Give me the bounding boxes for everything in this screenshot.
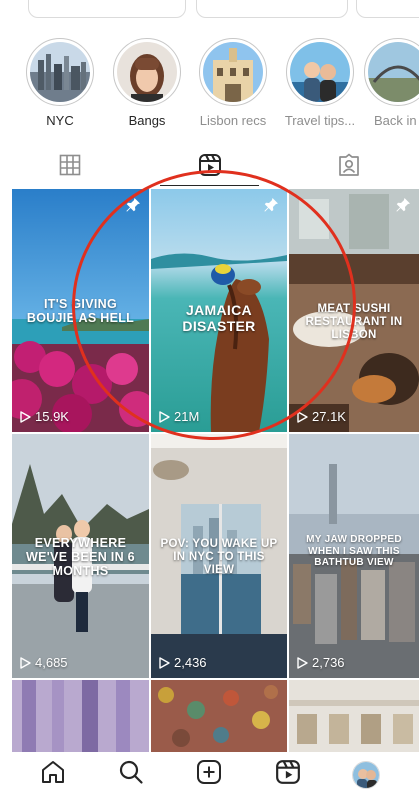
nav-search-button[interactable] (111, 755, 151, 795)
view-count: 2,736 (297, 655, 345, 670)
reel-tile[interactable]: MEAT SUSHI RESTAURANT IN LISBON 27.1K (289, 189, 419, 432)
play-icon (20, 656, 31, 669)
nav-create-button[interactable] (189, 755, 229, 795)
highlight-ring (199, 38, 267, 106)
reel-caption: POV: YOU WAKE UP IN NYC TO THIS VIEW (160, 538, 278, 576)
highlight-cover-image (117, 42, 177, 102)
create-icon (196, 759, 222, 790)
suggested-card[interactable] (356, 0, 419, 18)
home-icon (40, 759, 66, 790)
story-highlights: NYC Bangs Lisbon recs Travel tips... Bac… (0, 38, 419, 133)
view-count-text: 27.1K (312, 409, 346, 424)
reel-tile[interactable] (12, 680, 149, 755)
reel-caption: MY JAW DROPPED WHEN I SAW THIS BATHTUB V… (306, 534, 402, 568)
reel-tile[interactable]: IT'S GIVING BOUJIE AS HELL 15.9K (12, 189, 149, 432)
tagged-icon (337, 153, 361, 182)
pin-icon (263, 197, 279, 218)
tab-tagged[interactable] (279, 148, 419, 186)
highlight-cover-image (30, 42, 90, 102)
reel-tile[interactable]: JAMAICA DISASTER 21M (151, 189, 287, 432)
grid-icon (59, 154, 81, 181)
view-count: 15.9K (20, 409, 69, 424)
reels-icon (198, 153, 222, 182)
highlight-label: Travel tips... (284, 113, 356, 128)
play-icon (297, 410, 308, 423)
reel-tile[interactable] (289, 680, 419, 755)
view-count-text: 21M (174, 409, 200, 424)
nav-home-button[interactable] (33, 755, 73, 795)
play-icon (159, 410, 170, 423)
profile-avatar (351, 760, 380, 789)
play-icon (159, 656, 170, 669)
highlight-ring (113, 38, 181, 106)
highlight-label: Bangs (128, 113, 166, 128)
reel-caption: JAMAICA DISASTER (182, 302, 256, 334)
highlight-cover-image (368, 42, 419, 102)
view-count: 27.1K (297, 409, 346, 424)
reel-caption: MEAT SUSHI RESTAURANT IN LISBON (305, 303, 403, 341)
play-icon (297, 656, 308, 669)
pin-icon (395, 197, 411, 218)
reels-icon (275, 759, 301, 790)
reel-tile[interactable]: EVERYWHERE WE'VE BEEN IN 6 MONTHS 4,685 (12, 434, 149, 678)
highlight-ring (364, 38, 419, 106)
view-count-text: 15.9K (35, 409, 69, 424)
highlight-label: Back in (374, 113, 417, 128)
reel-thumbnail (12, 680, 149, 755)
reel-caption: EVERYWHERE WE'VE BEEN IN 6 MONTHS (26, 536, 135, 578)
nav-reels-button[interactable] (268, 755, 308, 795)
reel-thumbnail (289, 680, 419, 755)
highlight-nyc[interactable]: NYC (17, 38, 103, 128)
highlight-lisbon-recs[interactable]: Lisbon recs (190, 38, 276, 128)
nav-profile-button[interactable] (346, 755, 386, 795)
reel-thumbnail (151, 680, 287, 755)
reel-tile[interactable]: POV: YOU WAKE UP IN NYC TO THIS VIEW 2,4… (151, 434, 287, 678)
view-count-text: 2,736 (312, 655, 345, 670)
bottom-nav (0, 752, 419, 797)
view-count: 21M (159, 409, 199, 424)
profile-tabs (0, 148, 419, 186)
highlight-ring (26, 38, 94, 106)
highlight-ring (286, 38, 354, 106)
view-count-text: 2,436 (174, 655, 207, 670)
highlight-label: NYC (46, 113, 74, 128)
tab-reels[interactable] (140, 148, 280, 186)
highlight-bangs[interactable]: Bangs (104, 38, 190, 128)
view-count-text: 4,685 (35, 655, 68, 670)
highlight-label: Lisbon recs (199, 113, 267, 128)
search-icon (118, 759, 144, 790)
suggested-card[interactable] (196, 0, 348, 18)
reel-caption: IT'S GIVING BOUJIE AS HELL (26, 297, 135, 325)
reel-tile[interactable] (151, 680, 287, 755)
highlight-cover-image (290, 42, 350, 102)
highlight-cover-image (203, 42, 263, 102)
suggested-cards-strip (0, 0, 419, 20)
play-icon (20, 410, 31, 423)
reel-tile[interactable]: MY JAW DROPPED WHEN I SAW THIS BATHTUB V… (289, 434, 419, 678)
suggested-card[interactable] (28, 0, 186, 18)
view-count: 4,685 (20, 655, 68, 670)
highlight-travel-tips[interactable]: Travel tips... (277, 38, 363, 128)
highlight-back-in[interactable]: Back in (364, 38, 419, 128)
tab-posts-grid[interactable] (0, 148, 140, 186)
view-count: 2,436 (159, 655, 207, 670)
pin-icon (125, 197, 141, 218)
